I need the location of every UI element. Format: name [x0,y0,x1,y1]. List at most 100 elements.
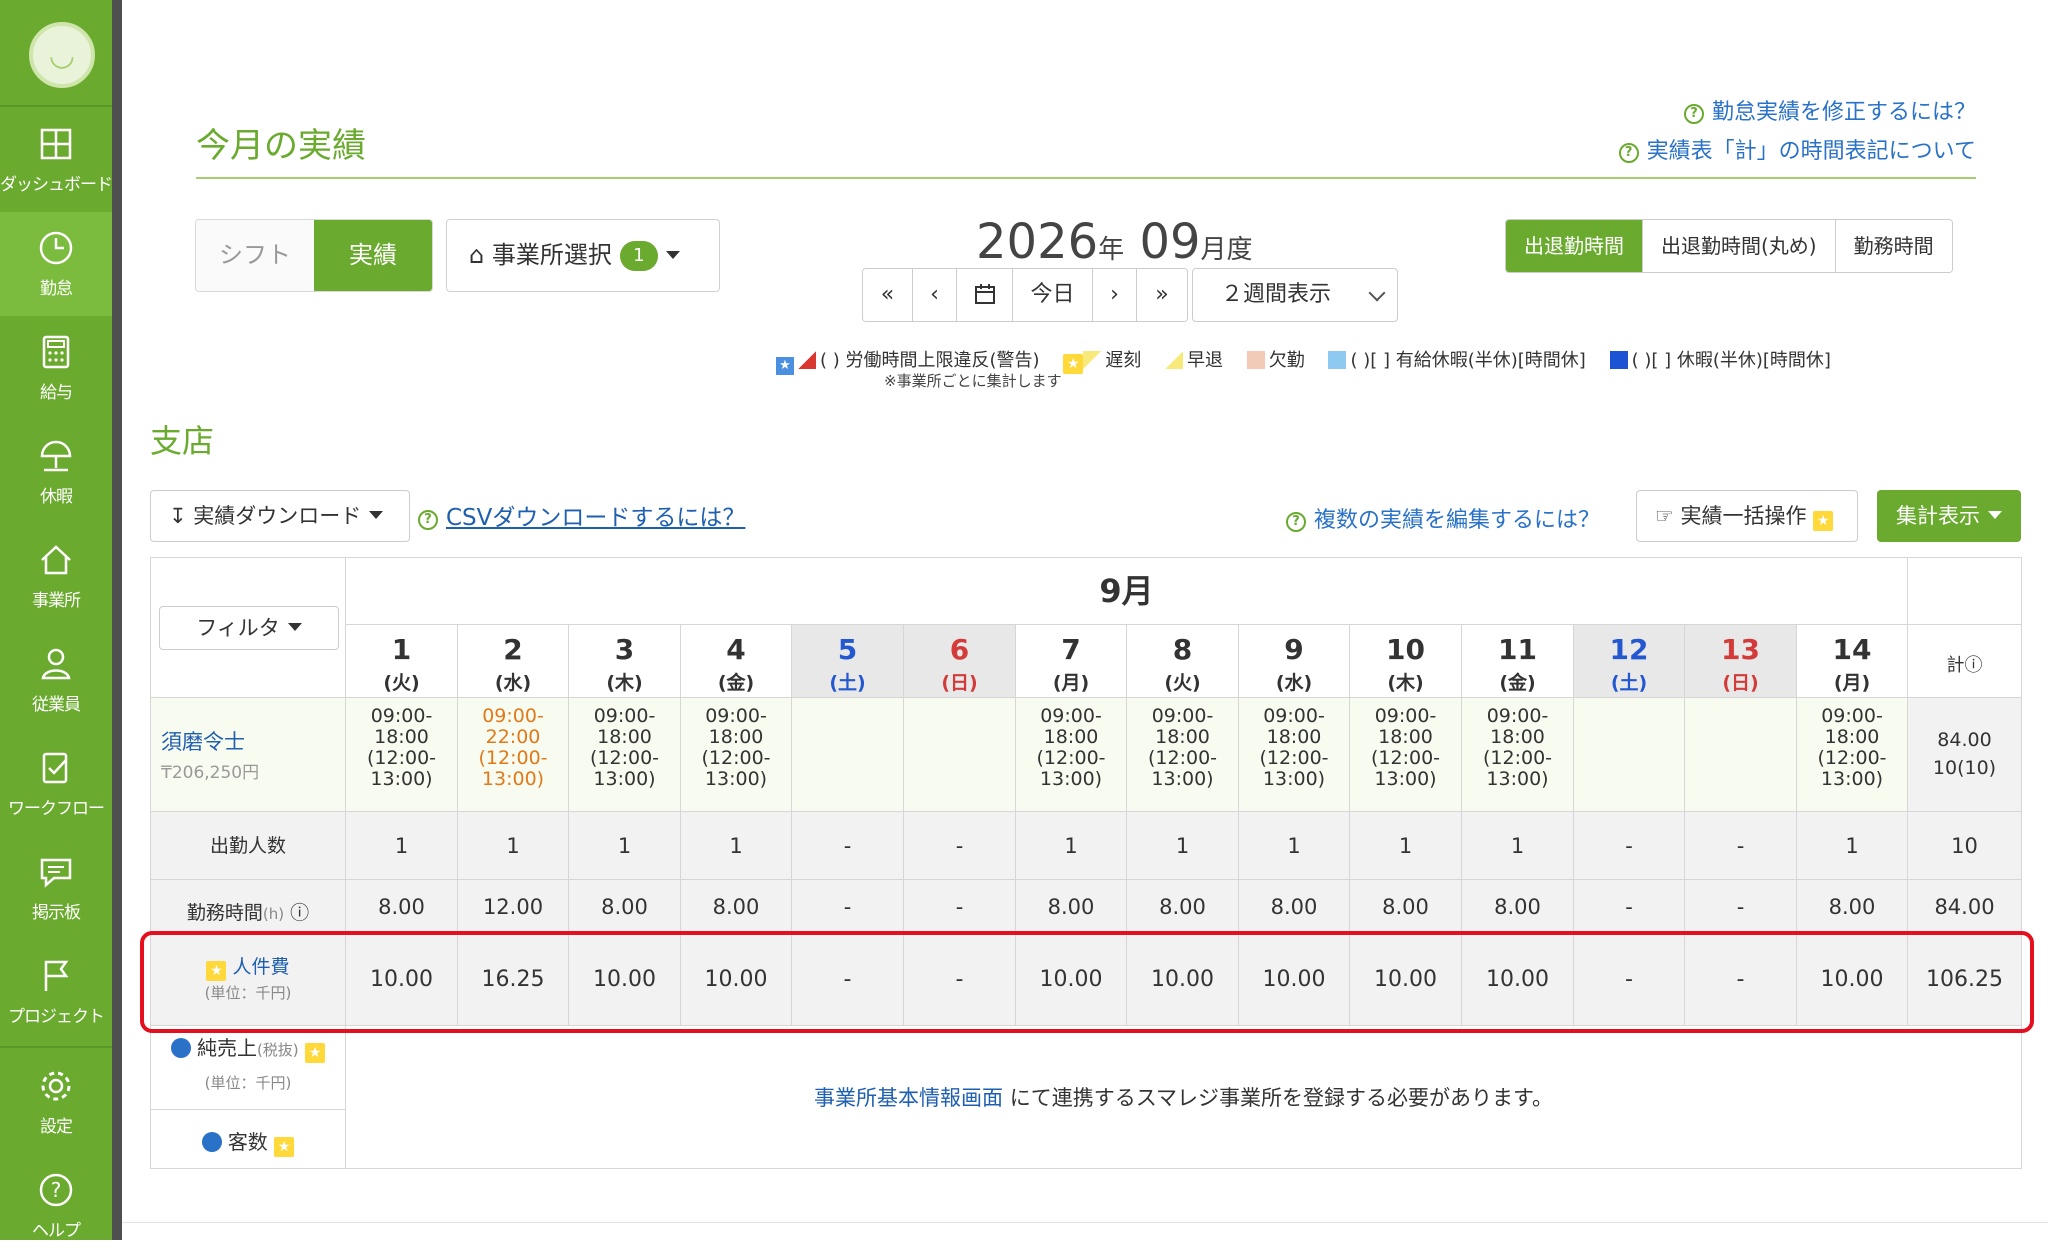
sidebar-item-leave[interactable]: 休暇 [0,420,112,524]
help-icon: ? [39,1173,73,1207]
shift-cell[interactable] [904,698,1016,812]
shift-cell[interactable]: 09:00- 18:00 (12:00- 13:00) [1127,698,1239,812]
shift-cell[interactable] [1574,698,1685,812]
sidebar-divider [0,1046,112,1048]
next-period-button[interactable]: › [1093,269,1137,321]
legend-late: 遅刻 [1105,350,1142,371]
shift-cell[interactable]: 09:00- 18:00 (12:00- 13:00) [1462,698,1574,812]
checklist-icon [42,752,68,784]
shift-time-line: 13:00) [1374,768,1437,790]
day-number: 13 [1721,633,1760,666]
period-year: 2026 [976,214,1099,270]
bulk-operation-button[interactable]: ☞ 実績一括操作 ★ [1636,490,1858,542]
shift-time-line: 18:00 [708,726,764,748]
shift-time-line: 09:00- [705,705,767,727]
shift-cell[interactable]: 09:00- 18:00 (12:00- 13:00) [1350,698,1462,812]
day-number: 3 [614,633,635,666]
employee-name-link[interactable]: 須磨令士 [161,726,245,756]
shift-cell[interactable]: 09:00- 22:00 (12:00- 13:00) [458,698,569,812]
shift-tab[interactable]: シフト [196,220,314,291]
attendance-count: 1 [1016,812,1127,880]
office-select-dropdown[interactable]: ⌂ 事業所選択 1 [446,219,720,292]
sidebar-item-workflow[interactable]: ワークフロー [0,732,112,836]
attendance-count: 1 [681,812,792,880]
first-period-button[interactable]: « [863,269,913,321]
sidebar-item-dashboard[interactable]: ダッシュボード [0,108,113,212]
sidebar-item-offices[interactable]: 事業所 [0,524,112,628]
period-month-unit: 月度 [1200,235,1253,265]
sidebar-item-payroll[interactable]: 給与 [0,316,112,420]
shift-time-line: 18:00 [1266,726,1322,748]
shift-time-line: 18:00 [1824,726,1880,748]
shift-time-line: (12:00- [589,747,660,769]
customers-label: 客数 [227,1130,268,1154]
filter-button[interactable]: フィルタ [159,606,339,650]
shift-cell[interactable]: 09:00- 18:00 (12:00- 13:00) [681,698,792,812]
sidebar-item-label: 給与 [40,383,73,403]
time-mode-rounded[interactable]: 出退勤時間(丸め) [1643,220,1836,272]
caret-down-icon [287,623,302,631]
download-results-button[interactable]: ↧ 実績ダウンロード [150,490,410,542]
shift-time-line: (12:00- [1370,747,1441,769]
day-number: 8 [1172,633,1193,666]
sidebar-item-attendance[interactable]: 勤怠 [0,212,112,316]
violation-swatch [798,351,816,369]
attendance-count: - [792,812,904,880]
day-header: 1 (火) [346,625,458,698]
sales-notice: 事業所基本情報画面 にて連携するスマレジ事業所を登録する必要があります。 [346,1082,2021,1112]
csv-download-help-link[interactable]: ? CSVダウンロードするには？ [418,498,745,532]
sidebar-item-employees[interactable]: 従業員 [0,628,112,732]
gear-icon [41,1071,71,1101]
shift-cell[interactable]: 09:00- 18:00 (12:00- 13:00) [569,698,681,812]
sidebar-item-label: 勤怠 [40,279,73,299]
time-mode-clock-in-out[interactable]: 出退勤時間 [1506,220,1643,272]
sidebar-item-label: ヘルプ [32,1221,81,1241]
work-hours-value: 8.00 [1462,880,1574,934]
sidebar-item-bulletin[interactable]: 掲示板 [0,836,112,940]
time-mode-work-hours[interactable]: 勤務時間 [1835,220,1952,272]
legend-leave: ( )[ ] 休暇(半休)[時間休] [1631,350,1831,371]
help-link-total-notation[interactable]: ? 実績表「計」の時間表記について [1618,133,1976,165]
shift-cell[interactable] [1685,698,1797,812]
calendar-button[interactable] [957,269,1013,321]
view-range-select[interactable]: ２週間表示 [1192,268,1398,322]
attendance-count: 1 [1350,812,1462,880]
summary-view-button[interactable]: 集計表示 [1877,490,2021,542]
office-info-link[interactable]: 事業所基本情報画面 [814,1086,1003,1110]
shift-cell[interactable]: 09:00- 18:00 (12:00- 13:00) [346,698,458,812]
shift-cell[interactable]: 09:00- 18:00 (12:00- 13:00) [1239,698,1350,812]
day-header: 10 (木) [1350,625,1462,698]
day-header: 11 (金) [1462,625,1574,698]
sidebar-item-label: ワークフロー [8,799,105,819]
last-period-button[interactable]: » [1137,269,1187,321]
star-icon: ★ [305,1043,326,1063]
home-icon: ⌂ [469,241,485,269]
sidebar-scroll-track [112,0,122,1240]
shift-actual-toggle: シフト 実績 [195,219,433,292]
sidebar-item-settings[interactable]: 設定 [0,1050,112,1154]
app-logo-icon[interactable]: ◡ [29,22,95,88]
day-of-week: (火) [383,672,420,694]
shift-cell[interactable] [792,698,904,812]
work-hours-label: 勤務時間 [186,902,263,924]
flag-icon [44,960,69,991]
attendance-count: 1 [458,812,569,880]
legend-paid-leave: ( )[ ] 有給休暇(半休)[時間休] [1350,350,1586,371]
shift-time-line: 13:00) [1039,768,1103,790]
multi-edit-help-link[interactable]: ? 複数の実績を編集するには？ [1286,502,1600,534]
shift-cell[interactable]: 09:00- 18:00 (12:00- 13:00) [1016,698,1127,812]
dashboard-icon [40,128,72,160]
employee-wage: ₸206,250円 [161,763,260,783]
actual-tab[interactable]: 実績 [314,220,432,291]
month-header: 9月 [346,558,1908,625]
help-link-fix-attendance[interactable]: ? 勤怠実績を修正するには？ [1683,94,1976,126]
shift-cell[interactable]: 09:00- 18:00 (12:00- 13:00) [1797,698,1908,812]
sidebar-item-help[interactable]: ? ヘルプ [0,1154,112,1258]
total-header-cell: 計ⓘ [1908,625,2021,698]
chevron-down-icon [1368,284,1386,302]
today-button[interactable]: 今日 [1013,269,1093,321]
shift-time-line: 09:00- [1263,705,1325,727]
sidebar-item-projects[interactable]: プロジェクト [0,940,112,1044]
prev-period-button[interactable]: ‹ [913,269,957,321]
day-of-week: (水) [1275,672,1313,694]
